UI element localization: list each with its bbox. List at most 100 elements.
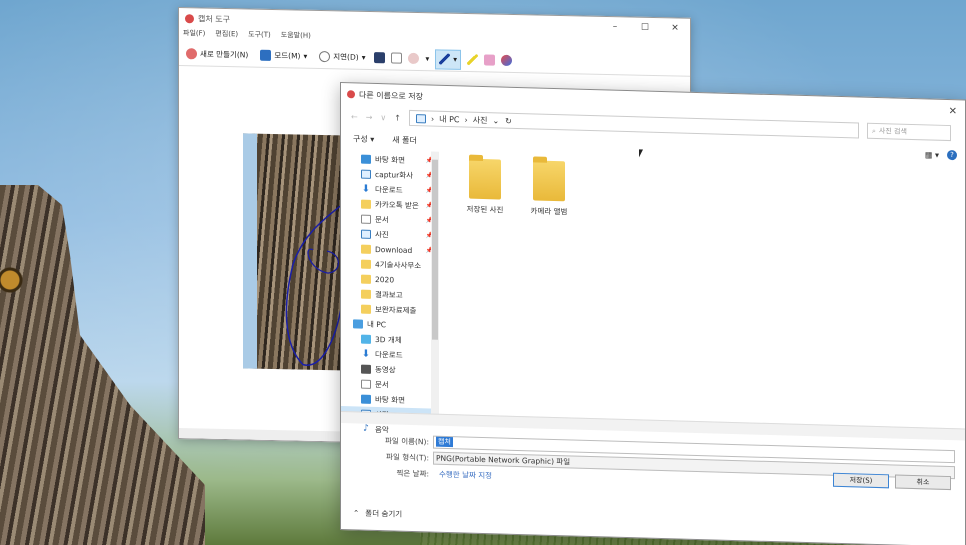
search-placeholder: 사진 검색 bbox=[878, 127, 907, 136]
view-options-button[interactable]: ▦ ▾ bbox=[925, 150, 939, 159]
nav-scroll-thumb[interactable] bbox=[432, 159, 438, 340]
folder-label: 카메라 앨범 bbox=[530, 206, 568, 217]
filename-label: 파일 이름(N): bbox=[385, 435, 429, 446]
nav-label: 문서 bbox=[375, 379, 389, 390]
search-input[interactable]: ⌕ 사진 검색 bbox=[867, 122, 951, 142]
chevron-down-icon: ▾ bbox=[303, 51, 308, 61]
refresh-icon[interactable]: ↻ bbox=[505, 116, 512, 125]
nav-label: 다운로드 bbox=[375, 184, 403, 195]
address-dropdown-icon[interactable]: ⌄ bbox=[492, 116, 499, 125]
filetype-value: PNG(Portable Network Graphic) 파일 bbox=[436, 453, 571, 466]
organize-button[interactable]: 구성 ▾ bbox=[353, 133, 374, 145]
nav-label: 결과보고 bbox=[375, 289, 403, 300]
chevron-down-icon: ▾ bbox=[425, 54, 430, 64]
rectangle-mode-icon bbox=[260, 49, 272, 61]
pen-icon bbox=[439, 53, 451, 65]
delay-label: 지연(D) bbox=[333, 52, 359, 62]
back-arrow-icon[interactable]: ← bbox=[351, 112, 358, 121]
maximize-button[interactable]: ☐ bbox=[630, 22, 660, 33]
delay-button[interactable]: 지연(D) ▾ bbox=[316, 46, 368, 67]
chevron-right-icon: › bbox=[464, 114, 468, 125]
picture-icon bbox=[361, 169, 371, 179]
desktop-icon bbox=[361, 154, 371, 164]
new-snip-button[interactable]: 새로 만들기(N) bbox=[183, 44, 251, 65]
nav-label: 카카오톡 받은 bbox=[375, 199, 419, 211]
recent-locations-icon[interactable]: ∨ bbox=[380, 113, 386, 122]
breadcrumb-pictures[interactable]: 사진 bbox=[473, 114, 488, 125]
folder-icon bbox=[361, 199, 371, 209]
menu-help[interactable]: 도움말(H) bbox=[281, 30, 311, 45]
captured-cat-image bbox=[243, 133, 353, 371]
mode-button[interactable]: 모드(M) ▾ bbox=[257, 45, 310, 66]
chevron-right-icon: › bbox=[430, 114, 435, 124]
save-as-dialog: 다른 이름으로 저장 ✕ ← → ∨ ↑ › 내 PC › 사진 ⌄ ↻ ⌕ 사… bbox=[340, 82, 966, 545]
menu-edit[interactable]: 편집(E) bbox=[215, 29, 238, 43]
chevron-down-icon: ▾ bbox=[453, 54, 457, 64]
desktop-wallpaper-cat bbox=[0, 185, 205, 545]
snip-title: 캡처 도구 bbox=[198, 13, 230, 24]
forward-arrow-icon[interactable]: → bbox=[366, 112, 373, 121]
pen-button[interactable]: ▾ bbox=[435, 48, 461, 70]
chevron-up-icon: ⌃ bbox=[353, 508, 360, 518]
save-button[interactable]: 저장(S) bbox=[833, 472, 889, 489]
filename-value: 캡처 bbox=[436, 436, 453, 448]
folder-label: 저장된 사진 bbox=[466, 204, 504, 215]
search-icon: ⌕ bbox=[872, 126, 876, 135]
new-folder-button[interactable]: 새 폴더 bbox=[392, 134, 417, 146]
highlighter-icon[interactable] bbox=[466, 54, 478, 66]
send-icon[interactable] bbox=[408, 52, 420, 65]
folder-icon bbox=[361, 259, 371, 269]
clock-icon bbox=[319, 50, 331, 63]
filetype-label: 파일 형식(T): bbox=[386, 451, 429, 462]
chevron-down-icon: ▾ bbox=[361, 52, 366, 62]
nav-label: 바탕 화면 bbox=[375, 394, 405, 405]
date-value-link[interactable]: 수행한 날짜 지정 bbox=[439, 468, 492, 480]
scissors-icon bbox=[186, 48, 197, 60]
download-icon: ⬇ bbox=[361, 348, 371, 360]
hide-folders-label: 폴더 숨기기 bbox=[365, 508, 403, 519]
nav-label: 동영상 bbox=[375, 364, 396, 375]
folder-icon bbox=[361, 274, 371, 284]
new-snip-label: 새로 만들기(N) bbox=[200, 49, 249, 60]
mouse-cursor-icon bbox=[639, 149, 643, 158]
nav-label: 내 PC bbox=[367, 319, 387, 330]
nav-label: 3D 개체 bbox=[375, 334, 402, 345]
menu-file[interactable]: 파일(F) bbox=[183, 28, 205, 42]
dialog-close-button[interactable]: ✕ bbox=[949, 106, 957, 117]
nav-label: 4기술사사무소 bbox=[375, 259, 422, 271]
folder-icon bbox=[469, 158, 501, 200]
mode-label: 모드(M) bbox=[274, 51, 301, 61]
nav-label: captur화사 bbox=[375, 169, 414, 181]
hide-folders-toggle[interactable]: ⌃ 폴더 숨기기 bbox=[353, 507, 402, 519]
close-button[interactable]: ✕ bbox=[660, 23, 690, 34]
nav-label: 사진 bbox=[375, 229, 389, 240]
scissors-icon bbox=[347, 90, 355, 99]
copy-icon[interactable] bbox=[391, 52, 403, 64]
nav-label: 보완자료제출 bbox=[375, 304, 417, 316]
video-icon bbox=[361, 364, 371, 374]
file-list-pane: 저장된 사진 카메라 앨범 bbox=[439, 152, 965, 429]
folder-saved-pictures[interactable]: 저장된 사진 bbox=[455, 158, 515, 216]
nav-label: 다운로드 bbox=[375, 349, 403, 360]
breadcrumb-this-pc[interactable]: 내 PC bbox=[439, 113, 459, 125]
nav-scrollbar[interactable] bbox=[431, 151, 439, 414]
save-icon[interactable] bbox=[374, 52, 386, 64]
help-icon[interactable]: ? bbox=[947, 149, 957, 161]
folder-icon bbox=[361, 304, 371, 314]
date-label: 찍은 날짜: bbox=[396, 468, 429, 478]
folder-camera-roll[interactable]: 카메라 앨범 bbox=[519, 160, 579, 218]
menu-tools[interactable]: 도구(T) bbox=[248, 29, 271, 43]
eraser-icon[interactable] bbox=[483, 54, 495, 66]
computer-icon bbox=[353, 319, 363, 329]
scissors-icon bbox=[185, 13, 194, 23]
nav-label: 문서 bbox=[375, 214, 389, 225]
paint3d-icon[interactable] bbox=[500, 54, 512, 66]
folder-icon bbox=[533, 160, 565, 202]
minimize-button[interactable]: – bbox=[600, 22, 630, 33]
nav-label: 바탕 화면 bbox=[375, 154, 405, 165]
folder-icon bbox=[361, 244, 371, 254]
up-arrow-icon[interactable]: ↑ bbox=[394, 113, 401, 122]
navigation-pane: 바탕 화면 📌 captur화사 📌 ⬇ 다운로드 📌 카카오톡 받은 📌 문서 📌 사진 📌… bbox=[341, 149, 439, 434]
cancel-button[interactable]: 취소 bbox=[895, 474, 951, 491]
download-icon: ⬇ bbox=[361, 183, 371, 195]
